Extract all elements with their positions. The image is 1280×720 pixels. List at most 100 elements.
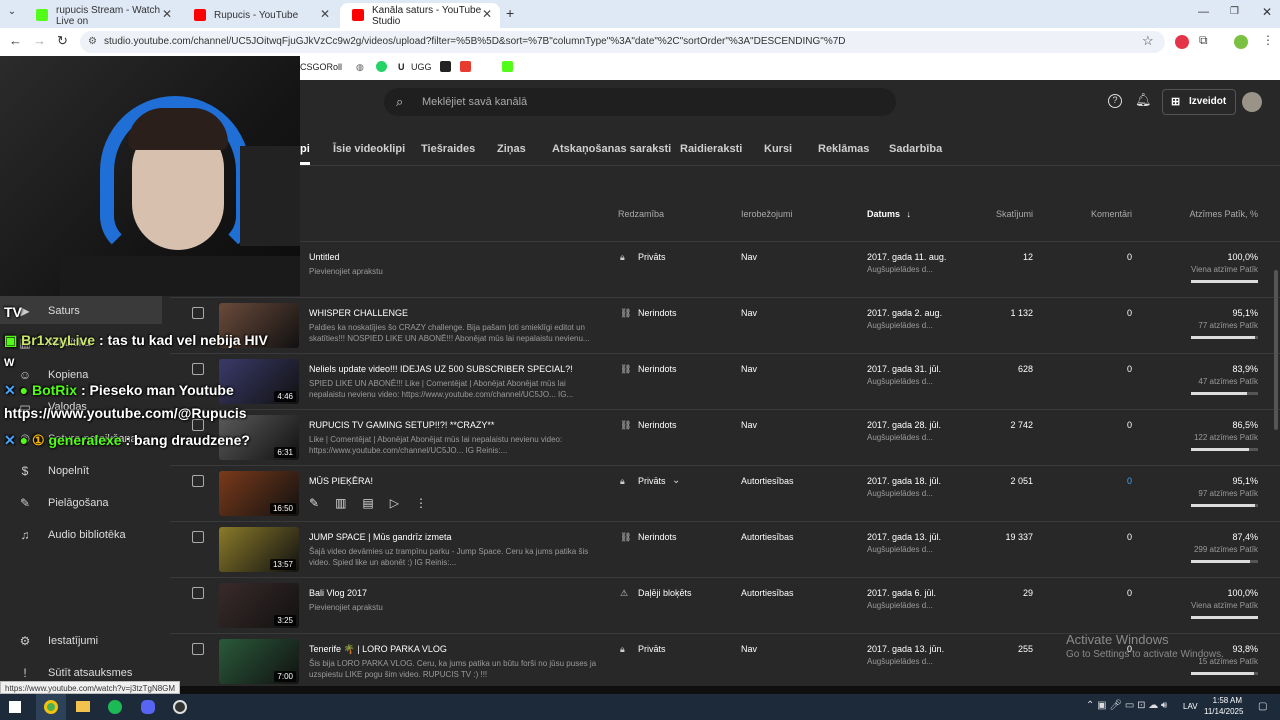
channel-search-input[interactable]: ⌕ Meklējiet savā kanālā (384, 88, 896, 116)
chrome-taskbar-icon[interactable] (36, 694, 66, 720)
comments-cell[interactable]: 0 (1127, 588, 1132, 598)
visibility-cell[interactable]: 🔒︎ Privāts (620, 476, 666, 487)
notifications-bell-icon[interactable]: 🔔︎ (1135, 92, 1152, 108)
more-options-icon[interactable]: ⋮ (415, 496, 427, 510)
row-checkbox[interactable] (192, 475, 204, 487)
video-title[interactable]: Bali Vlog 2017 (309, 588, 367, 598)
tab-videos[interactable]: pi (300, 143, 310, 155)
comments-cell[interactable]: 0 (1127, 420, 1132, 430)
comments-cell[interactable]: 0 (1127, 252, 1132, 262)
row-checkbox[interactable] (192, 307, 204, 319)
table-row[interactable]: 16:50 MŪS PIEĶĒRA! 🔒︎ Privāts Autortiesības 2… (170, 465, 1280, 521)
back-icon[interactable]: ← (9, 33, 22, 48)
sidebar-item-customization[interactable]: ✎ Pielāgošana (18, 496, 109, 510)
visibility-cell[interactable]: ⚠ Daļēji bloķēts (620, 588, 692, 599)
video-thumbnail[interactable]: 7:00 (219, 639, 299, 684)
browser-tab-youtube[interactable]: Rupucis - YouTube ✕ (182, 3, 338, 28)
youtube-view-icon[interactable]: ▷ (390, 496, 399, 510)
tab-courses[interactable]: Kursi (764, 143, 792, 155)
help-icon[interactable]: ? (1108, 94, 1122, 108)
bookmark-csgoroll[interactable]: CSGORoll (300, 62, 342, 72)
restore-icon[interactable]: ❐ (1230, 6, 1239, 17)
site-info-icon[interactable]: ⚙ (88, 31, 97, 53)
extension-abp-icon[interactable] (1175, 35, 1189, 49)
account-avatar[interactable] (1242, 92, 1262, 112)
url-field[interactable]: ⚙ studio.youtube.com/channel/UC5JOitwqFj… (80, 31, 1165, 53)
video-title[interactable]: MŪS PIEĶĒRA! (309, 476, 373, 486)
tab-promotions[interactable]: Reklāmas (818, 143, 869, 155)
chevron-down-icon[interactable]: ⌄ (672, 475, 680, 486)
header-views[interactable]: Skatījumi (996, 209, 1033, 219)
visibility-cell[interactable]: ⛓ Nerindots (620, 420, 677, 431)
sidebar-item-audio-library[interactable]: ♫ Audio bibliotēka (18, 528, 126, 542)
visibility-cell[interactable]: ⛓ Nerindots (620, 308, 677, 319)
row-checkbox[interactable] (192, 363, 204, 375)
header-restrictions[interactable]: Ierobežojumi (741, 209, 793, 219)
bookmark-app-icon[interactable] (440, 61, 451, 72)
comments-cell[interactable]: 0 (1127, 476, 1132, 486)
visibility-cell[interactable]: ⛓ Nerindots (620, 364, 677, 375)
tab-podcasts[interactable]: Raidieraksti (680, 143, 742, 155)
browser-menu-icon[interactable]: ⋮ (1262, 33, 1274, 47)
tray-icons[interactable]: ⌃ ▣ 🎤︎ ▭ ⊡ ☁ 🔊︎ (1086, 700, 1167, 711)
visibility-cell[interactable]: 🔒︎ Privāts (620, 644, 666, 655)
video-thumbnail[interactable]: 16:50 (219, 471, 299, 516)
bookmark-ugg[interactable]: U UGG (398, 62, 432, 72)
whatsapp-icon[interactable] (376, 61, 387, 72)
create-button[interactable]: ⊞ Izveidot (1162, 89, 1236, 115)
video-title[interactable]: WHISPER CHALLENGE (309, 308, 408, 318)
notification-center-icon[interactable]: ▢ (1258, 701, 1267, 712)
discord-icon[interactable] (141, 700, 155, 714)
header-visibility[interactable]: Redzamība (618, 209, 664, 219)
comments-cell[interactable]: 0 (1127, 532, 1132, 542)
reload-icon[interactable]: ↻ (57, 33, 68, 49)
video-title[interactable]: JUMP SPACE | Mūs gandrīz izmeta (309, 532, 452, 542)
header-likes[interactable]: Atzīmes Patīk, % (1189, 209, 1258, 219)
tab-playlists[interactable]: Atskaņošanas saraksti (552, 143, 671, 155)
tab-list-button[interactable]: ⌄ (4, 6, 20, 22)
table-scrollbar[interactable] (1274, 270, 1278, 430)
sidebar-item-settings[interactable]: ⚙ Iestatījumi (18, 634, 99, 648)
header-date[interactable]: Datums ↓ (867, 209, 911, 219)
obs-icon[interactable] (173, 700, 187, 714)
row-checkbox[interactable] (192, 587, 204, 599)
spotify-icon[interactable] (108, 700, 122, 714)
sidebar-item-earn[interactable]: $ Nopelnīt (18, 464, 89, 478)
language-indicator[interactable]: LAV (1183, 702, 1198, 711)
close-icon[interactable]: ✕ (162, 7, 172, 21)
row-checkbox[interactable] (192, 643, 204, 655)
tab-shorts[interactable]: Īsie videoklipi (333, 143, 405, 155)
file-explorer-icon[interactable] (76, 701, 90, 712)
browser-tab-studio[interactable]: Kanāla saturs - YouTube Studio ✕ (340, 3, 500, 28)
extensions-icon[interactable]: ⧉ (1199, 33, 1208, 48)
header-comments[interactable]: Komentāri (1091, 209, 1132, 219)
visibility-cell[interactable]: 🔒︎ Privāts (620, 252, 666, 263)
browser-tab-kick[interactable]: rupucis Stream - Watch Live on ✕ (24, 3, 180, 28)
video-thumbnail[interactable]: 13:57 (219, 527, 299, 572)
video-thumbnail[interactable]: 3:25 (219, 583, 299, 628)
sidebar-item-feedback[interactable]: ! Sūtīt atsauksmes (18, 666, 132, 680)
table-row[interactable]: WHISPER CHALLENGE Paldies ka noskatījies … (170, 297, 1280, 353)
table-row[interactable]: 3:25 Bali Vlog 2017 Pievienojiet aprakstu ⚠… (170, 577, 1280, 633)
tab-live[interactable]: Tiešraides (421, 143, 475, 155)
comments-icon[interactable]: ▤ (362, 496, 373, 510)
close-window-icon[interactable]: ✕ (1262, 5, 1272, 19)
edit-icon[interactable]: ✎ (309, 496, 319, 510)
close-icon[interactable]: ✕ (320, 7, 330, 21)
clock[interactable]: 1:58 AM 11/14/2025 (1204, 696, 1243, 716)
profile-icon[interactable] (1234, 35, 1248, 49)
video-title[interactable]: Untitled (309, 252, 340, 262)
comments-cell[interactable]: 0 (1127, 308, 1132, 318)
row-checkbox[interactable] (192, 531, 204, 543)
close-icon[interactable]: ✕ (482, 7, 492, 21)
minimize-icon[interactable]: — (1198, 6, 1209, 18)
steam-icon[interactable]: ◍ (356, 62, 364, 73)
video-title[interactable]: RUPUCIS TV GAMING SETUP!!?! **CRAZY** (309, 420, 494, 430)
table-row[interactable]: 13:57 JUMP SPACE | Mūs gandrīz izmeta Šajā… (170, 521, 1280, 577)
analytics-icon[interactable]: ▥ (335, 496, 346, 510)
kick-bookmark-icon[interactable] (502, 61, 513, 72)
comments-cell[interactable]: 0 (1127, 364, 1132, 374)
bookmark-star-icon[interactable]: ☆ (1142, 33, 1154, 49)
sidebar-item-community[interactable]: ☺ Kopiena (18, 368, 89, 382)
new-tab-button[interactable]: + (506, 5, 514, 21)
